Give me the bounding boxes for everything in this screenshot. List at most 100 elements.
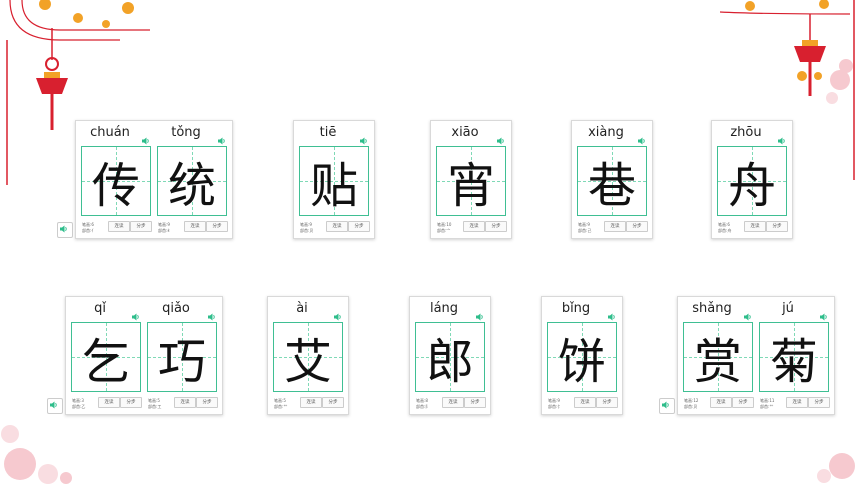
tian-zi-grid: 赏 xyxy=(683,322,753,392)
stroke-count-value: 10 xyxy=(446,222,452,227)
stroke-count-value: 9 xyxy=(309,222,312,227)
stroke-count-label: 笔画: xyxy=(82,222,92,227)
step-button[interactable]: 分步 xyxy=(732,397,754,408)
write-button[interactable]: 连读 xyxy=(463,221,485,232)
stroke-info: 笔画:9 部首:己 xyxy=(578,222,591,234)
write-button[interactable]: 连读 xyxy=(326,221,348,232)
write-button[interactable]: 连读 xyxy=(184,221,206,232)
character-card: láng 郎笔画:8 部首:阝 连读 分步 xyxy=(409,296,491,415)
tian-zi-grid: 巧 xyxy=(147,322,217,392)
stroke-info: 笔画:6 部首:亻 xyxy=(82,222,95,234)
radical-value: 宀 xyxy=(446,228,451,233)
stroke-count-label: 笔画: xyxy=(274,398,284,403)
radical-label: 部首: xyxy=(72,404,82,409)
write-button[interactable]: 连读 xyxy=(604,221,626,232)
write-button[interactable]: 连读 xyxy=(108,221,130,232)
stroke-count-label: 笔画: xyxy=(148,398,158,403)
step-button[interactable]: 分步 xyxy=(626,221,648,232)
speaker-icon[interactable] xyxy=(744,306,752,321)
write-button[interactable]: 连读 xyxy=(786,397,808,408)
pinyin-label: jú xyxy=(782,301,794,316)
pinyin-label: shǎng xyxy=(692,301,732,316)
radical-label: 部首: xyxy=(437,228,447,233)
radical-value: 贝 xyxy=(693,404,698,409)
write-button[interactable]: 连读 xyxy=(174,397,196,408)
stroke-count-label: 笔画: xyxy=(300,222,310,227)
speaker-icon[interactable] xyxy=(778,130,786,145)
stroke-info: 笔画:11 部首:艹 xyxy=(760,398,774,410)
stroke-info: 笔画:12 部首:贝 xyxy=(684,398,698,410)
radical-label: 部首: xyxy=(82,228,92,233)
hanzi-character: 贴 xyxy=(309,158,358,214)
hanzi-character: 巷 xyxy=(587,158,636,214)
stroke-count-value: 5 xyxy=(157,398,160,403)
write-button[interactable]: 连读 xyxy=(744,221,766,232)
stroke-count-value: 6 xyxy=(91,222,94,227)
play-audio-icon[interactable] xyxy=(47,398,63,414)
character-card: ài 艾笔画:5 部首:艹 连读 分步 xyxy=(267,296,349,415)
stroke-count-value: 5 xyxy=(283,398,286,403)
stroke-count-value: 12 xyxy=(693,398,699,403)
speaker-icon[interactable] xyxy=(608,306,616,321)
speaker-icon[interactable] xyxy=(208,306,216,321)
stroke-info: 笔画:10 部首:宀 xyxy=(437,222,451,234)
speaker-icon[interactable] xyxy=(142,130,150,145)
speaker-icon[interactable] xyxy=(218,130,226,145)
radical-label: 部首: xyxy=(416,404,426,409)
speaker-icon[interactable] xyxy=(360,130,368,145)
blossom-decoration-left xyxy=(1,425,72,484)
radical-value: 饣 xyxy=(557,404,562,409)
radical-value: 舟 xyxy=(727,228,732,233)
step-button[interactable]: 分步 xyxy=(120,397,142,408)
radical-label: 部首: xyxy=(684,404,694,409)
character-card: tiē 贴笔画:9 部首:贝 连读 分步 xyxy=(293,120,375,239)
radical-value: 阝 xyxy=(425,404,430,409)
speaker-icon[interactable] xyxy=(638,130,646,145)
write-button[interactable]: 连读 xyxy=(574,397,596,408)
tian-zi-grid: 艾 xyxy=(273,322,343,392)
write-button[interactable]: 连读 xyxy=(300,397,322,408)
pinyin-label: ài xyxy=(296,301,308,316)
radical-label: 部首: xyxy=(718,228,728,233)
write-button[interactable]: 连读 xyxy=(442,397,464,408)
step-button[interactable]: 分步 xyxy=(485,221,507,232)
hanzi-character: 宵 xyxy=(446,158,495,214)
radical-value: 亻 xyxy=(91,228,96,233)
speaker-icon[interactable] xyxy=(476,306,484,321)
blossom-decoration-right xyxy=(817,453,855,483)
tian-zi-grid: 传 xyxy=(81,146,151,216)
stroke-info: 笔画:8 部首:阝 xyxy=(416,398,429,410)
step-button[interactable]: 分步 xyxy=(196,397,218,408)
step-button[interactable]: 分步 xyxy=(464,397,486,408)
step-button[interactable]: 分步 xyxy=(206,221,228,232)
speaker-icon[interactable] xyxy=(497,130,505,145)
speaker-icon[interactable] xyxy=(820,306,828,321)
write-button[interactable]: 连读 xyxy=(98,397,120,408)
step-button[interactable]: 分步 xyxy=(322,397,344,408)
step-button[interactable]: 分步 xyxy=(766,221,788,232)
step-button[interactable]: 分步 xyxy=(808,397,830,408)
play-audio-icon[interactable] xyxy=(659,398,675,414)
tian-zi-grid: 舟 xyxy=(717,146,787,216)
speaker-icon[interactable] xyxy=(132,306,140,321)
stroke-count-label: 笔画: xyxy=(684,398,694,403)
pinyin-label: bǐng xyxy=(561,301,591,316)
write-button[interactable]: 连读 xyxy=(710,397,732,408)
speaker-icon[interactable] xyxy=(334,306,342,321)
tian-zi-grid: 巷 xyxy=(577,146,647,216)
play-audio-icon[interactable] xyxy=(57,222,73,238)
radical-label: 部首: xyxy=(760,404,770,409)
radical-value: 工 xyxy=(157,404,162,409)
pinyin-label: tǒng xyxy=(171,125,201,140)
stroke-info: 笔画:5 部首:工 xyxy=(148,398,161,410)
step-button[interactable]: 分步 xyxy=(130,221,152,232)
stroke-count-value: 8 xyxy=(425,398,428,403)
radical-value: 乙 xyxy=(81,404,86,409)
hanzi-character: 菊 xyxy=(769,334,818,390)
stroke-count-label: 笔画: xyxy=(158,222,168,227)
stroke-count-label: 笔画: xyxy=(416,398,426,403)
stroke-count-label: 笔画: xyxy=(718,222,728,227)
stroke-count-value: 9 xyxy=(557,398,560,403)
step-button[interactable]: 分步 xyxy=(348,221,370,232)
step-button[interactable]: 分步 xyxy=(596,397,618,408)
